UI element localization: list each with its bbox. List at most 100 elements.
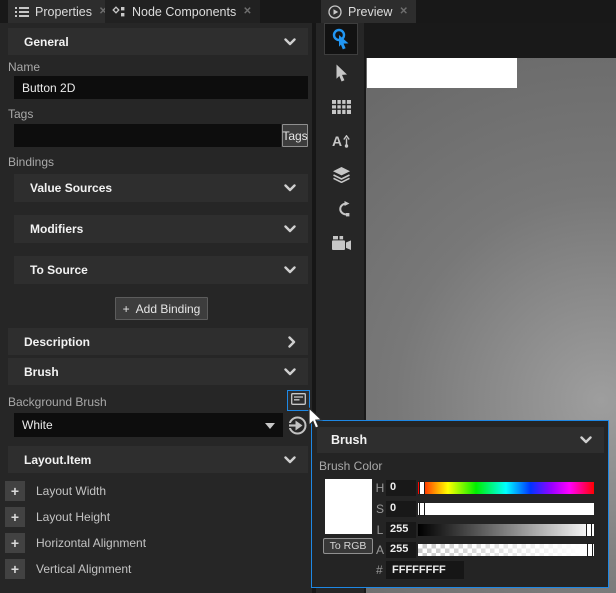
lightness-slider-handle[interactable]	[586, 523, 592, 537]
chevron-down-icon	[284, 184, 296, 192]
connections-icon	[338, 201, 349, 217]
alpha-channel-label: A	[375, 543, 384, 557]
plus-icon: +	[122, 301, 130, 316]
plus-icon: +	[10, 483, 20, 499]
layers-icon	[332, 167, 350, 183]
section-header-general[interactable]: General	[8, 28, 308, 55]
lightness-value-field[interactable]: 255	[386, 522, 416, 538]
tab-node-components[interactable]: Node Components ✕	[105, 0, 260, 23]
tags-input[interactable]	[14, 124, 281, 147]
saturation-slider[interactable]	[418, 502, 594, 516]
close-icon[interactable]: ✕	[242, 6, 252, 17]
alpha-value-field[interactable]: 255	[386, 542, 416, 558]
section-header-brush-label: Brush	[24, 364, 59, 379]
interact-tool-button[interactable]	[324, 23, 358, 55]
plus-icon: +	[10, 509, 20, 525]
add-layout-width-button[interactable]: +	[5, 481, 25, 501]
section-header-description[interactable]: Description	[8, 328, 308, 355]
background-brush-dropdown-value: White	[22, 418, 53, 432]
grid-tool-button[interactable]	[324, 91, 358, 123]
properties-list-icon	[15, 6, 29, 18]
name-input[interactable]	[14, 76, 308, 99]
lightness-channel-label: L	[376, 523, 384, 537]
close-icon[interactable]: ✕	[398, 6, 408, 17]
hue-slider[interactable]	[418, 481, 594, 495]
hex-color-input[interactable]	[386, 561, 464, 579]
text-tool-icon: A	[331, 133, 343, 149]
layout-height-label: Layout Height	[36, 510, 111, 524]
tags-button-label: Tags	[282, 128, 308, 143]
add-vertical-alignment-button[interactable]: +	[5, 559, 25, 579]
layers-tool-button[interactable]	[324, 159, 358, 191]
popup-section-header-brush[interactable]: Brush	[317, 427, 604, 453]
chevron-down-icon	[284, 367, 296, 376]
brush-color-label: Brush Color	[319, 459, 383, 473]
plus-icon: +	[10, 561, 20, 577]
saturation-value-field[interactable]: 0	[386, 501, 416, 517]
chevron-down-icon	[580, 436, 592, 444]
preview-play-icon	[328, 4, 342, 19]
section-header-modifiers-label: Modifiers	[30, 222, 84, 236]
application-window: Properties ✕ Node Components ✕ Preview ✕…	[0, 0, 616, 593]
layout-width-label: Layout Width	[36, 484, 107, 498]
section-header-brush[interactable]: Brush	[8, 358, 308, 385]
saturation-channel-label: S	[375, 502, 384, 516]
section-header-to-source-label: To Source	[30, 263, 88, 277]
alpha-slider[interactable]	[418, 543, 594, 557]
camera-icon	[331, 236, 351, 250]
select-tool-button[interactable]	[324, 57, 358, 89]
section-header-to-source[interactable]: To Source	[14, 256, 308, 284]
section-header-description-label: Description	[24, 334, 91, 349]
open-brush-editor-button[interactable]	[287, 390, 310, 411]
add-binding-button[interactable]: + Add Binding	[115, 297, 208, 320]
background-brush-label: Background Brush	[8, 395, 107, 409]
lightness-slider[interactable]	[418, 523, 594, 537]
tags-button[interactable]: Tags	[282, 124, 308, 147]
chevron-down-icon	[284, 266, 296, 274]
hex-prefix-label: #	[376, 563, 383, 577]
tags-label: Tags	[8, 107, 34, 121]
section-header-value-sources-label: Value Sources	[30, 181, 113, 195]
chevron-right-icon	[288, 335, 296, 348]
node-components-icon	[112, 5, 126, 18]
text-tool-button[interactable]: A	[324, 125, 358, 157]
section-header-modifiers[interactable]: Modifiers	[14, 215, 308, 243]
name-label: Name	[8, 60, 41, 74]
mouse-cursor	[308, 406, 325, 435]
to-rgb-button-label: To RGB	[329, 540, 367, 552]
section-header-layout-item-label: Layout.Item	[24, 452, 92, 467]
tab-preview-label: Preview	[348, 4, 393, 19]
color-swatch[interactable]	[325, 479, 372, 534]
saturation-slider-handle[interactable]	[419, 502, 425, 516]
connections-tool-button[interactable]	[324, 193, 358, 225]
brush-editor-icon	[291, 392, 306, 410]
select-cursor-icon	[336, 64, 347, 82]
hue-channel-label: H	[375, 481, 385, 495]
camera-tool-button[interactable]	[324, 227, 358, 259]
tab-preview[interactable]: Preview ✕	[321, 0, 416, 23]
section-header-value-sources[interactable]: Value Sources	[14, 174, 308, 202]
interact-cursor-icon	[332, 28, 349, 50]
push-to-default-button[interactable]	[285, 414, 309, 437]
section-header-layout-item[interactable]: Layout.Item	[8, 446, 308, 473]
reset-arrow-icon	[286, 416, 306, 435]
section-header-general-label: General	[24, 34, 69, 49]
to-rgb-button[interactable]: To RGB	[323, 538, 373, 554]
add-layout-height-button[interactable]: +	[5, 507, 25, 527]
hue-value-field[interactable]: 0	[386, 480, 416, 496]
bindings-label: Bindings	[8, 155, 55, 169]
add-binding-button-label: Add Binding	[135, 301, 201, 316]
horizontal-alignment-label: Horizontal Alignment	[36, 536, 147, 550]
tab-bar: Properties ✕ Node Components ✕ Preview ✕	[0, 0, 616, 23]
preview-button-2d-node[interactable]	[367, 58, 517, 88]
plus-icon: +	[10, 535, 20, 551]
chevron-down-icon	[265, 418, 275, 432]
hue-slider-handle[interactable]	[419, 481, 425, 495]
grid-icon	[331, 100, 351, 114]
add-horizontal-alignment-button[interactable]: +	[5, 533, 25, 553]
vertical-alignment-label: Vertical Alignment	[36, 562, 132, 576]
chevron-down-icon	[284, 37, 296, 46]
background-brush-dropdown[interactable]: White	[14, 413, 283, 437]
alpha-slider-handle[interactable]	[587, 543, 593, 557]
tab-properties[interactable]: Properties ✕	[8, 0, 116, 23]
